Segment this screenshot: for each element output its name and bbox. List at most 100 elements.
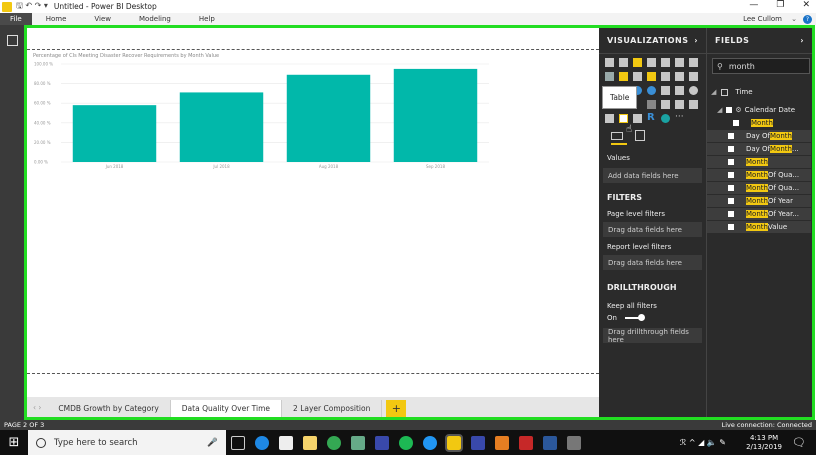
photos-icon[interactable] — [351, 435, 365, 450]
field-checkbox[interactable] — [728, 211, 734, 217]
taskbar-clock[interactable]: 4:13 PM 2/13/2019 — [746, 434, 782, 452]
line-chart-icon[interactable] — [689, 58, 698, 67]
bar[interactable] — [72, 105, 157, 162]
100-column-icon[interactable] — [675, 58, 684, 67]
hierarchy-checkbox[interactable] — [726, 107, 733, 113]
word-icon[interactable] — [543, 435, 557, 450]
maximize-button[interactable]: ❐ — [776, 0, 784, 10]
stacked-area-icon[interactable] — [619, 72, 628, 81]
arcgis-icon[interactable] — [661, 114, 670, 123]
table-name[interactable]: Time — [735, 88, 752, 96]
matrix-icon[interactable] — [633, 114, 642, 123]
field-checkbox[interactable] — [728, 224, 734, 230]
page-tab-2-layer[interactable]: 2 Layer Composition — [282, 400, 383, 417]
windows-start-icon[interactable]: ⊞ — [0, 435, 28, 450]
minimize-button[interactable]: — — [749, 0, 758, 10]
field-item[interactable]: Month — [707, 117, 811, 129]
r-visual-icon[interactable]: R — [647, 113, 656, 123]
app-icon-2[interactable] — [471, 435, 485, 450]
field-item[interactable]: Month Of Qua... — [707, 169, 811, 181]
filled-map-icon[interactable] — [675, 86, 684, 95]
chrome-icon[interactable] — [327, 435, 341, 450]
clustered-column-icon[interactable] — [647, 58, 656, 67]
slicer-icon[interactable] — [605, 114, 614, 123]
more-visuals-icon[interactable]: ··· — [675, 113, 684, 122]
app-icon-1[interactable] — [375, 435, 389, 450]
page-nav-arrows[interactable]: ‹ › — [27, 403, 47, 417]
drillthrough-well[interactable]: Drag drillthrough fields here — [603, 328, 702, 344]
notification-icon[interactable]: 🗨 — [792, 436, 806, 449]
add-page-button[interactable]: + — [386, 400, 407, 417]
app-icon-4[interactable] — [519, 435, 533, 450]
tab-view[interactable]: View — [80, 15, 125, 23]
chevron-down-icon[interactable]: ⌄ — [791, 15, 797, 23]
tab-modeling[interactable]: Modeling — [125, 15, 185, 23]
field-checkbox[interactable] — [728, 146, 734, 152]
microphone-icon[interactable]: 🎤 — [207, 438, 218, 448]
task-view-icon[interactable] — [231, 435, 245, 450]
stacked-bar-icon[interactable] — [605, 58, 614, 67]
fields-well-icon[interactable] — [611, 132, 623, 140]
file-tab[interactable]: File — [0, 13, 32, 25]
edge-icon[interactable] — [255, 435, 269, 450]
system-tray[interactable]: ℛ ^ ◢ 🔈 ✎ — [680, 438, 726, 447]
quick-access-toolbar[interactable]: 🖫 ↶ ↷ ▾ — [16, 0, 48, 14]
expand-hierarchy-icon[interactable]: ◢ — [717, 106, 722, 114]
100-bar-icon[interactable] — [661, 58, 670, 67]
taskbar-search[interactable]: Type here to search 🎤 — [28, 430, 226, 455]
collapse-fields-icon[interactable]: › — [800, 36, 804, 45]
area-chart-icon[interactable] — [605, 72, 614, 81]
waterfall-icon[interactable] — [661, 72, 670, 81]
bar[interactable] — [179, 92, 264, 162]
field-checkbox[interactable] — [728, 133, 734, 139]
report-filters-well[interactable]: Drag data fields here — [603, 255, 702, 270]
map-icon[interactable] — [661, 86, 670, 95]
globe-icon[interactable] — [689, 86, 698, 95]
mail-icon[interactable] — [279, 435, 293, 450]
field-item[interactable]: Month Of Qua... — [707, 182, 811, 194]
field-item[interactable]: Month — [707, 156, 811, 168]
field-item[interactable]: Day Of Month... — [707, 143, 811, 155]
ribbon-chart-icon[interactable] — [647, 72, 656, 81]
r-app-icon[interactable] — [423, 435, 437, 450]
scatter-icon[interactable] — [675, 72, 684, 81]
field-item[interactable]: Month Of Year — [707, 195, 811, 207]
help-icon[interactable]: ? — [803, 14, 812, 24]
gauge-icon[interactable] — [647, 100, 656, 109]
clustered-bar-icon[interactable] — [633, 58, 642, 67]
file-explorer-icon[interactable] — [303, 435, 317, 450]
expand-table-icon[interactable]: ◢ — [711, 88, 716, 96]
field-checkbox[interactable] — [733, 120, 739, 126]
fields-search-input[interactable]: ⚲ month — [712, 58, 810, 74]
app-icon-5[interactable] — [567, 435, 581, 450]
table-icon[interactable] — [619, 114, 628, 123]
treemap-icon[interactable] — [647, 86, 656, 95]
bar[interactable] — [393, 68, 478, 162]
kpi-icon[interactable] — [689, 100, 698, 109]
report-canvas[interactable]: Percentage of CIs Meeting Disaster Recov… — [27, 28, 599, 397]
user-name[interactable]: Lee Cullom — [743, 15, 782, 23]
field-checkbox[interactable] — [728, 159, 734, 165]
pie-chart-icon[interactable] — [689, 72, 698, 81]
field-item[interactable]: Month Value — [707, 221, 811, 233]
values-well[interactable]: Add data fields here — [603, 168, 702, 183]
field-item[interactable]: Day Of Month — [707, 130, 811, 142]
line-column-icon[interactable] — [633, 72, 642, 81]
report-view-icon[interactable] — [7, 35, 18, 46]
page-tab-data-quality[interactable]: Data Quality Over Time — [170, 400, 283, 417]
multi-card-icon[interactable] — [675, 100, 684, 109]
stacked-column-icon[interactable] — [619, 58, 628, 67]
tab-home[interactable]: Home — [32, 15, 81, 23]
field-item[interactable]: Month Of Year... — [707, 208, 811, 220]
close-button[interactable]: ✕ — [802, 0, 810, 10]
bar[interactable] — [286, 74, 371, 162]
field-checkbox[interactable] — [728, 172, 734, 178]
collapse-viz-icon[interactable]: › — [694, 36, 698, 45]
tab-help[interactable]: Help — [185, 15, 229, 23]
bar-chart[interactable]: Percentage of CIs Meeting Disaster Recov… — [31, 50, 491, 200]
field-checkbox[interactable] — [728, 185, 734, 191]
app-icon-3[interactable] — [495, 435, 509, 450]
field-checkbox[interactable] — [728, 198, 734, 204]
hierarchy-name[interactable]: Calendar Date — [745, 106, 795, 114]
format-paint-roller-icon[interactable] — [635, 130, 645, 141]
